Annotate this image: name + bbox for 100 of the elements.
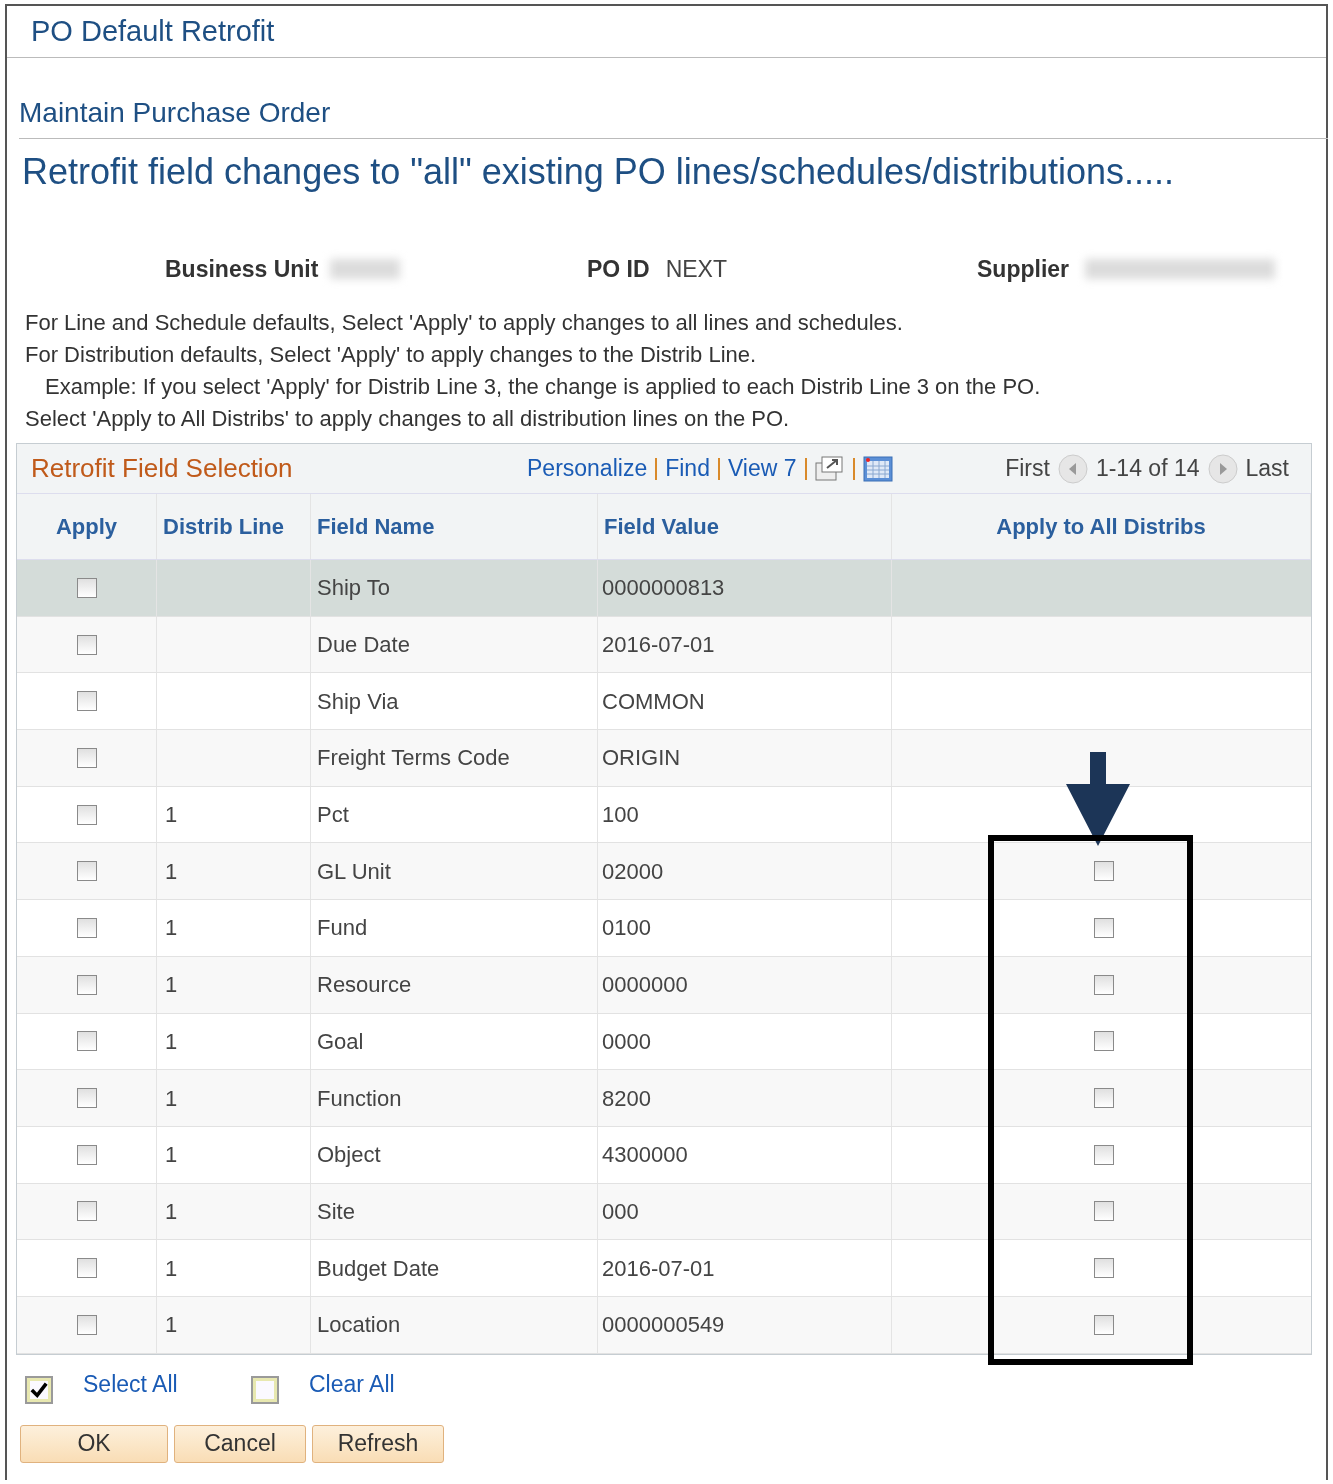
table-cell-text: 1 (165, 971, 178, 1000)
field-label: PO ID (587, 254, 650, 284)
action-button[interactable]: Refresh (312, 1424, 444, 1463)
table-row[interactable]: 1 Resource 0000000 (17, 956, 1311, 1014)
table-cell-text: Ship Via (317, 687, 399, 716)
checkbox[interactable] (76, 691, 97, 712)
grid-title: Retrofit Field Selection (30, 452, 294, 485)
checkbox[interactable] (76, 1088, 97, 1109)
field-label: Supplier (977, 254, 1069, 284)
table-cell-text: Ship To (317, 574, 390, 603)
table-cell-text: ORIGIN (602, 744, 681, 773)
table-row[interactable]: Ship To 0000000813 (17, 560, 1311, 617)
field-label: Business Unit (165, 254, 319, 284)
checkbox[interactable] (76, 577, 97, 598)
table-cell-text: Freight Terms Code (317, 744, 510, 773)
checkbox[interactable] (1093, 1031, 1114, 1052)
window-title: PO Default Retrofit (31, 13, 275, 49)
table-row[interactable]: 1 Fund 0100 (17, 900, 1311, 957)
table-cell-text: 000 (602, 1197, 639, 1226)
table-cell-text: Location (317, 1311, 401, 1340)
table-row[interactable]: 1 Object 4300000 (17, 1126, 1311, 1184)
action-button[interactable]: Cancel (174, 1424, 306, 1463)
table-cell-text: 1 (165, 1197, 178, 1226)
table-cell-text: Site (317, 1197, 355, 1226)
checkbox[interactable] (76, 1031, 97, 1052)
table-cell-text: 1 (165, 914, 178, 943)
table-row[interactable]: Freight Terms Code ORIGIN (17, 730, 1311, 787)
table-row[interactable]: 1 GL Unit 02000 (17, 843, 1311, 901)
table-row[interactable]: 1 Function 8200 (17, 1070, 1311, 1127)
checkbox[interactable] (251, 1375, 279, 1404)
page-title: Maintain Purchase Order (19, 92, 1328, 139)
table-row[interactable]: 1 Budget Date 2016-07-01 (17, 1240, 1311, 1297)
grid-download-icon[interactable] (862, 455, 893, 482)
table-cell-text: Budget Date (317, 1254, 440, 1283)
table-cell-text: 02000 (602, 857, 664, 886)
checkbox[interactable] (76, 917, 97, 938)
checkbox[interactable] (76, 1258, 97, 1279)
new-window-icon[interactable] (814, 455, 845, 482)
table-cell-text: 1 (165, 801, 178, 830)
instruction-text: Example: If you select 'Apply' for Distrib Line 3, the change is applied to each Distrib Line 3 on the PO. (44, 373, 1042, 401)
table-cell-text: Due Date (317, 631, 410, 660)
page-heading: Retrofit field changes to "all" existing PO lines/schedules/distributions..... (21, 150, 1176, 194)
checkbox[interactable] (76, 1144, 97, 1165)
table-cell-text: 1 (165, 1311, 178, 1340)
checkbox[interactable] (76, 747, 97, 768)
checkmark-icon (30, 1380, 48, 1399)
table-cell-text: 2016-07-01 (602, 631, 715, 660)
checkbox[interactable] (76, 804, 97, 825)
column-header: Apply (17, 494, 157, 559)
column-header: Apply to All Distribs (892, 494, 1311, 559)
table-cell-text: 1 (165, 1084, 178, 1113)
table-cell-text: Goal (317, 1027, 364, 1056)
table-cell-text: 0000 (602, 1027, 651, 1056)
table-cell-text: Object (317, 1141, 381, 1170)
checkbox[interactable] (1093, 1314, 1114, 1335)
bulk-action-link[interactable]: Select All (83, 1367, 178, 1402)
bulk-action-link[interactable]: Clear All (309, 1367, 395, 1402)
table-cell-text: Pct (317, 801, 349, 830)
table-cell-text: 1 (165, 1254, 178, 1283)
last-label: Last (1245, 454, 1289, 484)
table-row[interactable]: Ship Via COMMON (17, 673, 1311, 731)
field-value: NEXT (665, 254, 727, 284)
table-cell-text: 4300000 (602, 1141, 688, 1170)
grid-link[interactable]: View 7 (727, 451, 797, 486)
table-cell-text: GL Unit (317, 857, 391, 886)
table-row[interactable]: 1 Goal 0000 (17, 1013, 1311, 1071)
checkbox[interactable] (76, 634, 97, 655)
checkbox[interactable] (1093, 861, 1114, 882)
instruction-text: For Line and Schedule defaults, Select 'Apply' to apply changes to all lines and schedules. (25, 309, 904, 337)
checkbox[interactable] (1093, 917, 1114, 938)
checkbox[interactable] (1093, 974, 1114, 995)
checkbox[interactable] (25, 1375, 53, 1404)
previous-icon[interactable] (1057, 453, 1088, 484)
grid-link[interactable]: Personalize (527, 451, 648, 486)
table-row[interactable]: Due Date 2016-07-01 (17, 616, 1311, 674)
table-cell-text: 0000000549 (602, 1311, 725, 1340)
action-button[interactable]: OK (20, 1424, 168, 1463)
table-row[interactable]: 1 Location 0000000549 (17, 1296, 1311, 1354)
table-cell-text: 2016-07-01 (602, 1254, 715, 1283)
table-cell-text: 1 (165, 1027, 178, 1056)
table-row[interactable]: 1 Pct 100 (17, 786, 1311, 844)
table-cell-text: Function (317, 1084, 402, 1113)
checkbox[interactable] (76, 861, 97, 882)
table-cell-text: 1 (165, 1141, 178, 1170)
table-cell-text: 1 (165, 857, 178, 886)
page-range: 1-14 of 14 (1095, 454, 1200, 484)
checkbox[interactable] (1093, 1201, 1114, 1222)
next-icon[interactable] (1207, 453, 1238, 484)
table-cell-text: 0000000 (602, 971, 688, 1000)
checkbox[interactable] (76, 1201, 97, 1222)
checkbox[interactable] (76, 1314, 97, 1335)
table-cell-text: COMMON (602, 687, 705, 716)
table-row[interactable]: 1 Site 000 (17, 1183, 1311, 1241)
checkbox[interactable] (1093, 1144, 1114, 1165)
checkbox[interactable] (1093, 1088, 1114, 1109)
grid-link[interactable]: Find (665, 451, 710, 486)
checkbox[interactable] (76, 974, 97, 995)
checkbox[interactable] (1093, 1258, 1114, 1279)
table-cell-text: Resource (317, 971, 412, 1000)
first-label: First (1005, 454, 1050, 484)
